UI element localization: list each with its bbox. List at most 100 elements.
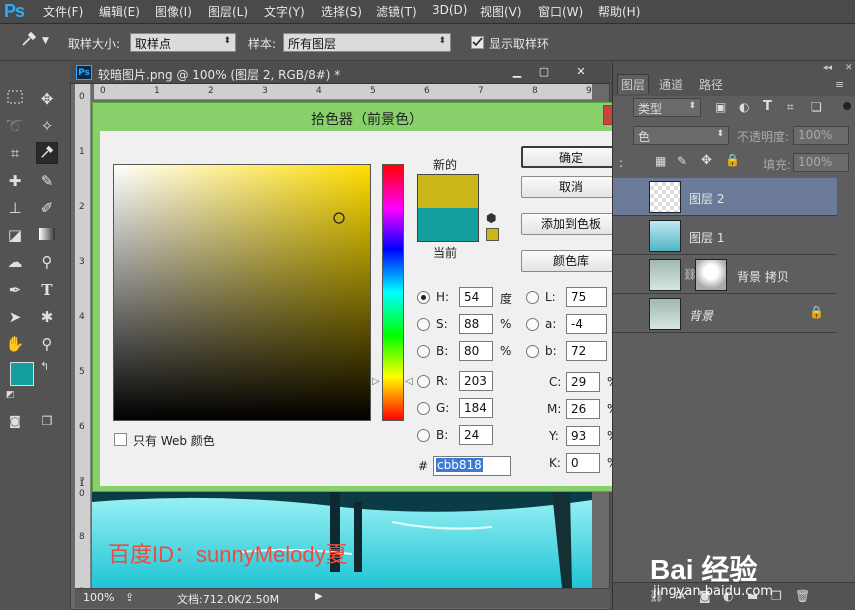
h-radio[interactable] <box>417 291 430 304</box>
blue-radio[interactable] <box>417 429 430 442</box>
zoom-level[interactable]: 100% <box>83 591 114 604</box>
h-field[interactable]: 54 <box>459 287 493 307</box>
magic-wand-icon[interactable]: ✧ <box>36 115 58 137</box>
path-select-icon[interactable]: ➤ <box>4 306 26 328</box>
layer-row[interactable]: ⛓ 背景 拷贝 <box>613 256 837 294</box>
r-field[interactable]: 203 <box>459 371 493 391</box>
layer-name[interactable]: 图层 2 <box>689 190 724 207</box>
menu-layer[interactable]: 图层(L) <box>208 3 248 20</box>
menu-type[interactable]: 文字(Y) <box>264 3 305 20</box>
fill-field[interactable]: 100% <box>793 153 849 172</box>
close-icon[interactable]: ✕ <box>570 64 592 80</box>
foreground-color-swatch[interactable] <box>10 362 34 386</box>
type-tool-icon[interactable]: T <box>36 279 58 301</box>
screen-mode-icon[interactable]: ❐ <box>36 410 58 432</box>
menu-select[interactable]: 选择(S) <box>321 3 362 20</box>
default-colors-icon[interactable]: ◩ <box>6 390 15 400</box>
lock-position-icon[interactable]: ✥ <box>701 153 712 168</box>
move-tool-icon[interactable]: ✥ <box>36 88 58 110</box>
gradient-tool-icon[interactable] <box>36 224 58 246</box>
eyedropper-icon[interactable] <box>18 31 40 53</box>
menu-image[interactable]: 图像(I) <box>155 3 192 20</box>
swap-colors-icon[interactable]: ↰ <box>40 360 49 373</box>
cancel-button[interactable]: 取消 <box>521 176 621 198</box>
menu-view[interactable]: 视图(V) <box>480 3 522 20</box>
menu-window[interactable]: 窗口(W) <box>538 3 583 20</box>
hue-slider[interactable] <box>382 164 404 421</box>
blue-field[interactable]: 24 <box>459 425 493 445</box>
hue-slider-left-arrow-icon[interactable]: ▷ <box>372 376 380 387</box>
layer-row[interactable]: 背景 🔒 <box>613 295 837 333</box>
tab-paths[interactable]: 路径 <box>699 76 723 93</box>
color-libraries-button[interactable]: 颜色库 <box>521 250 621 272</box>
share-icon[interactable]: ⇪ <box>125 591 134 604</box>
shape-tool-icon[interactable]: ✱ <box>36 306 58 328</box>
filter-shape-icon[interactable]: ⌗ <box>787 100 794 115</box>
maximize-icon[interactable]: ▢ <box>533 64 555 80</box>
marquee-tool-icon[interactable] <box>4 88 26 110</box>
filter-pixel-icon[interactable]: ▣ <box>715 100 726 114</box>
layer-row[interactable]: 图层 2 <box>613 178 837 216</box>
add-to-swatches-button[interactable]: 添加到色板 <box>521 213 621 235</box>
crop-tool-icon[interactable]: ⌗ <box>4 142 26 164</box>
opacity-field[interactable]: 100% <box>793 126 849 145</box>
filter-type-icon[interactable]: T <box>763 99 772 114</box>
g-field[interactable]: 184 <box>459 398 493 418</box>
tool-preset-arrow-icon[interactable]: ▼ <box>42 36 49 46</box>
lab-b-field[interactable]: 72 <box>566 341 607 361</box>
menu-edit[interactable]: 编辑(E) <box>99 3 140 20</box>
eraser-tool-icon[interactable]: ◪ <box>4 224 26 246</box>
pen-tool-icon[interactable]: ✒ <box>4 279 26 301</box>
ok-button[interactable]: 确定 <box>521 146 621 168</box>
lasso-tool-icon[interactable]: ➰ <box>4 115 26 137</box>
web-only-checkbox[interactable] <box>114 433 127 446</box>
show-ring-checkbox[interactable] <box>471 36 484 49</box>
lock-all-icon[interactable]: 🔒 <box>725 153 740 167</box>
hand-tool-icon[interactable]: ✋ <box>4 333 26 355</box>
layer-row[interactable]: 图层 1 <box>613 217 837 255</box>
tab-layers[interactable]: 图层 <box>621 76 645 93</box>
dodge-tool-icon[interactable]: ⚲ <box>36 251 58 273</box>
sample-size-select[interactable]: 取样点 ⬍ <box>130 33 236 52</box>
layer-name[interactable]: 背景 <box>689 307 713 324</box>
b-field[interactable]: 80 <box>459 341 493 361</box>
menu-3d[interactable]: 3D(D) <box>432 3 467 17</box>
blur-tool-icon[interactable]: ☁ <box>4 251 26 273</box>
l-radio[interactable] <box>526 291 539 304</box>
menu-file[interactable]: 文件(F) <box>43 3 83 20</box>
g-radio[interactable] <box>417 402 430 415</box>
s-radio[interactable] <box>417 318 430 331</box>
s-field[interactable]: 88 <box>459 314 493 334</box>
history-brush-icon[interactable]: ✐ <box>36 197 58 219</box>
layer-filter-select[interactable]: 类型 ⬍ <box>633 98 701 117</box>
menu-help[interactable]: 帮助(H) <box>598 3 640 20</box>
a-radio[interactable] <box>526 318 539 331</box>
filter-adjustment-icon[interactable]: ◐ <box>739 100 749 114</box>
out-of-gamut-cube-icon[interactable]: ⬢ <box>486 211 496 225</box>
delete-layer-icon[interactable]: 🗑 <box>795 589 810 603</box>
lock-transparent-icon[interactable]: ▦ <box>655 154 666 168</box>
document-tab-title[interactable]: 较暗图片.png @ 100% (图层 2, RGB/8#) * <box>98 66 340 83</box>
b-radio[interactable] <box>417 345 430 358</box>
blend-mode-select[interactable]: 色 ⬍ <box>633 126 729 145</box>
a-field[interactable]: -4 <box>566 314 607 334</box>
sample-select[interactable]: 所有图层 ⬍ <box>283 33 451 52</box>
tab-channels[interactable]: 通道 <box>659 76 683 93</box>
layer-mask-thumbnail[interactable] <box>695 259 727 291</box>
close-panel-icon[interactable]: ✕ <box>845 63 853 73</box>
panel-menu-icon[interactable]: ≡ <box>835 78 844 91</box>
zoom-tool-icon[interactable]: ⚲ <box>36 333 58 355</box>
current-color-swatch[interactable] <box>418 208 478 241</box>
layer-name[interactable]: 背景 拷贝 <box>737 268 789 285</box>
menu-filter[interactable]: 滤镜(T) <box>376 3 417 20</box>
r-radio[interactable] <box>417 375 430 388</box>
quick-mask-icon[interactable]: ◙ <box>4 410 26 432</box>
lock-pixels-icon[interactable]: ✎ <box>677 154 687 168</box>
status-arrow-icon[interactable]: ▶ <box>315 591 323 602</box>
c-field[interactable]: 29 <box>566 372 600 392</box>
l-field[interactable]: 75 <box>566 287 607 307</box>
m-field[interactable]: 26 <box>566 399 600 419</box>
lab-b-radio[interactable] <box>526 345 539 358</box>
eyedropper-tool-icon[interactable] <box>36 142 58 164</box>
filter-toggle-icon[interactable] <box>843 102 851 110</box>
